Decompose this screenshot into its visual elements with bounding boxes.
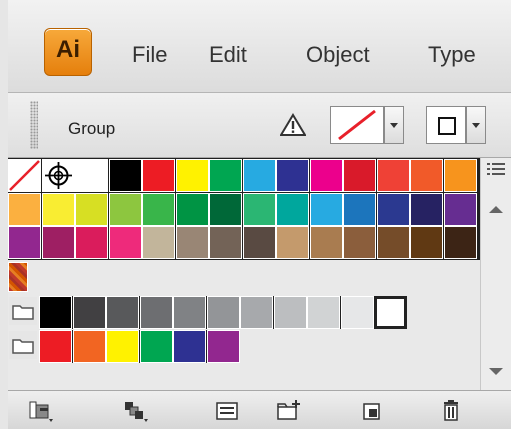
menu-object[interactable]: Object xyxy=(306,42,370,68)
warning-triangle-icon[interactable] xyxy=(280,113,306,137)
swatch-row2-8[interactable] xyxy=(276,192,309,226)
show-swatch-kinds-icon[interactable] xyxy=(123,399,149,423)
swatch-row1-13[interactable] xyxy=(443,159,477,192)
swatch-row3-6[interactable] xyxy=(209,226,242,259)
swatch-row2-0[interactable] xyxy=(8,192,41,226)
swatch-row1-7[interactable] xyxy=(242,159,276,192)
control-bar-grip[interactable] xyxy=(30,101,38,149)
gray-swatch-2[interactable] xyxy=(106,296,139,329)
bright-swatch-0[interactable] xyxy=(39,330,72,363)
fill-dropdown-button[interactable] xyxy=(384,106,404,144)
swatch-row1-5[interactable] xyxy=(175,159,209,192)
swatch-row3-5[interactable] xyxy=(175,226,209,259)
gray-swatch-4[interactable] xyxy=(173,296,206,329)
panel-menu-icon[interactable] xyxy=(487,162,505,176)
swatch-options-icon[interactable] xyxy=(214,399,240,423)
swatch-row3-13[interactable] xyxy=(443,226,477,259)
swatch-row3-12[interactable] xyxy=(410,226,443,259)
swatch-row2-3[interactable] xyxy=(108,192,142,226)
swatch-row2-2[interactable] xyxy=(75,192,108,226)
none-swatch-icon xyxy=(338,109,376,141)
window-edge xyxy=(0,0,8,429)
gray-swatch-9[interactable] xyxy=(340,296,374,329)
fill-color-button[interactable] xyxy=(330,106,384,144)
illustrator-window: Ai File Edit Object Type Group xyxy=(0,0,511,429)
swatch-row1-4[interactable] xyxy=(142,159,175,192)
swatch-row2-13[interactable] xyxy=(443,192,477,226)
swatch-libraries-icon[interactable] xyxy=(28,399,54,423)
swatch-row2-1[interactable] xyxy=(41,192,75,226)
gray-swatch-7[interactable] xyxy=(273,296,307,329)
swatch-row1-11[interactable] xyxy=(376,159,410,192)
gray-swatch-5[interactable] xyxy=(206,296,240,329)
new-swatch-icon[interactable] xyxy=(360,399,386,423)
gray-swatch-3[interactable] xyxy=(139,296,173,329)
gray-swatch-1[interactable] xyxy=(72,296,106,329)
gray-swatch-6[interactable] xyxy=(240,296,273,329)
scroll-down-arrow-icon[interactable] xyxy=(489,368,503,375)
menu-edit[interactable]: Edit xyxy=(209,42,247,68)
none-swatch-icon xyxy=(9,160,40,191)
swatch-row3-2[interactable] xyxy=(75,226,108,259)
color-group-folder-icon[interactable] xyxy=(8,296,38,326)
control-bar: Group xyxy=(8,93,511,158)
menu-bar: Ai File Edit Object Type xyxy=(8,0,511,93)
swatch-row1-0[interactable] xyxy=(8,159,41,192)
swatch-row3-7[interactable] xyxy=(242,226,276,259)
scroll-up-arrow-icon[interactable] xyxy=(489,206,503,213)
new-color-group-icon[interactable] xyxy=(276,399,302,423)
bright-swatch-2[interactable] xyxy=(106,330,139,363)
swatch-row1-1[interactable] xyxy=(41,159,75,192)
stroke-color-button[interactable] xyxy=(426,106,466,144)
swatch-row1-2[interactable] xyxy=(75,159,108,192)
app-logo-text: Ai xyxy=(56,36,80,63)
swatch-row3-9[interactable] xyxy=(309,226,343,259)
app-logo[interactable]: Ai xyxy=(44,28,92,76)
swatch-row2-9[interactable] xyxy=(309,192,343,226)
swatch-row3-11[interactable] xyxy=(376,226,410,259)
swatch-row1-12[interactable] xyxy=(410,159,443,192)
selection-type-label: Group xyxy=(68,119,116,138)
swatches-bottom-toolbar xyxy=(8,390,511,429)
swatch-row2-4[interactable] xyxy=(142,192,175,226)
swatch-row2-6[interactable] xyxy=(209,192,242,226)
swatch-row1-9[interactable] xyxy=(309,159,343,192)
swatch-row2-11[interactable] xyxy=(376,192,410,226)
bright-swatch-1[interactable] xyxy=(72,330,106,363)
swatch-row3-8[interactable] xyxy=(276,226,309,259)
gray-swatch-8[interactable] xyxy=(307,296,340,329)
delete-swatch-icon[interactable] xyxy=(438,399,464,423)
swatch-row3-10[interactable] xyxy=(343,226,376,259)
swatch-row1-8[interactable] xyxy=(276,159,309,192)
swatch-row3-0[interactable] xyxy=(8,226,41,259)
swatch-row3-1[interactable] xyxy=(41,226,75,259)
menu-file[interactable]: File xyxy=(132,42,167,68)
menu-type[interactable]: Type xyxy=(428,42,476,68)
swatch-row3-3[interactable] xyxy=(108,226,142,259)
panel-scrollbar[interactable] xyxy=(480,158,511,390)
bright-swatch-3[interactable] xyxy=(139,330,173,363)
gray-swatch-0[interactable] xyxy=(39,296,72,329)
bright-swatch-5[interactable] xyxy=(206,330,240,363)
swatch-row1-3[interactable] xyxy=(108,159,142,192)
color-group-folder-icon[interactable] xyxy=(8,330,38,360)
swatch-row2-12[interactable] xyxy=(410,192,443,226)
stroke-dropdown-button[interactable] xyxy=(466,106,486,144)
pattern-swatch[interactable] xyxy=(8,262,28,292)
swatch-row1-6[interactable] xyxy=(209,159,242,192)
swatch-row2-7[interactable] xyxy=(242,192,276,226)
gray-swatch-10[interactable] xyxy=(374,296,407,329)
swatch-row3-4[interactable] xyxy=(142,226,175,259)
registration-icon xyxy=(44,162,72,189)
bright-swatch-4[interactable] xyxy=(173,330,206,363)
swatch-row2-5[interactable] xyxy=(175,192,209,226)
swatch-row1-10[interactable] xyxy=(343,159,376,192)
swatch-row2-10[interactable] xyxy=(343,192,376,226)
